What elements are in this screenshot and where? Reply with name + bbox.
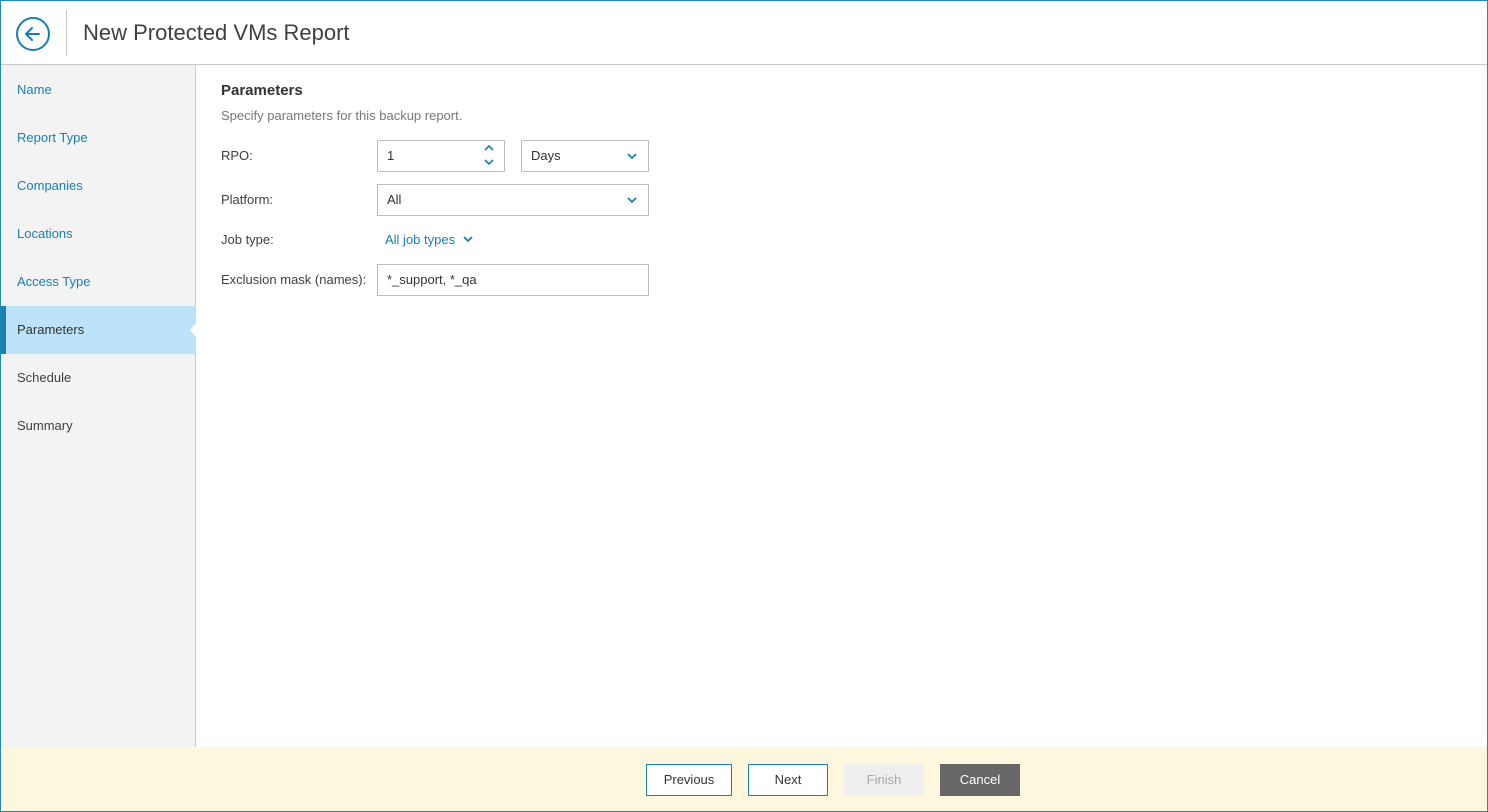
wizard-header: New Protected VMs Report	[1, 1, 1487, 65]
rpo-unit-value: Days	[531, 148, 561, 163]
rpo-unit-select[interactable]: Days	[521, 140, 649, 172]
chevron-down-icon	[627, 197, 637, 204]
rpo-stepper[interactable]: 1	[377, 140, 505, 172]
section-description: Specify parameters for this backup repor…	[221, 108, 463, 123]
chevron-up-icon[interactable]	[483, 144, 495, 152]
sidebar-item-access-type[interactable]: Access Type	[1, 258, 196, 306]
header-divider	[66, 10, 67, 56]
job-type-dropdown[interactable]: All job types	[385, 232, 474, 247]
page-title: New Protected VMs Report	[83, 20, 350, 45]
platform-value: All	[387, 192, 402, 207]
back-button[interactable]	[16, 17, 50, 51]
sidebar-item-companies[interactable]: Companies	[1, 162, 196, 210]
sidebar-item-name[interactable]: Name	[1, 66, 196, 114]
previous-button[interactable]: Previous	[646, 764, 732, 796]
sidebar-item-report-type[interactable]: Report Type	[1, 114, 196, 162]
chevron-down-icon	[463, 236, 473, 243]
sidebar-item-parameters[interactable]: Parameters	[1, 306, 197, 354]
wizard-steps-sidebar: Name Report Type Companies Locations Acc…	[1, 65, 197, 747]
arrow-left-icon	[25, 27, 40, 41]
rpo-value: 1	[387, 148, 395, 163]
wizard-window: New Protected VMs Report Name Report Typ…	[0, 0, 1488, 812]
sidebar-item-summary: Summary	[17, 418, 73, 433]
sidebar-item-schedule: Schedule	[17, 370, 72, 385]
chevron-down-icon	[627, 153, 637, 160]
exclusion-mask-label: Exclusion mask (names):	[221, 272, 367, 287]
next-button[interactable]: Next	[748, 764, 828, 796]
platform-select[interactable]: All	[377, 184, 649, 216]
section-title: Parameters	[221, 82, 303, 99]
rpo-label: RPO:	[221, 148, 253, 163]
platform-label: Platform:	[221, 192, 274, 207]
sidebar-item-locations[interactable]: Locations	[1, 210, 196, 258]
wizard-content: Parameters Specify parameters for this b…	[197, 65, 1487, 747]
wizard-footer: Previous Next Finish Cancel	[1, 747, 1487, 811]
job-type-value: All job types	[385, 232, 456, 247]
job-type-label: Job type:	[221, 232, 274, 247]
chevron-down-icon[interactable]	[483, 158, 495, 166]
finish-button: Finish	[844, 764, 924, 796]
exclusion-mask-value: *_support, *_qa	[387, 272, 477, 287]
exclusion-mask-input[interactable]: *_support, *_qa	[377, 264, 649, 296]
cancel-button[interactable]: Cancel	[940, 764, 1020, 796]
